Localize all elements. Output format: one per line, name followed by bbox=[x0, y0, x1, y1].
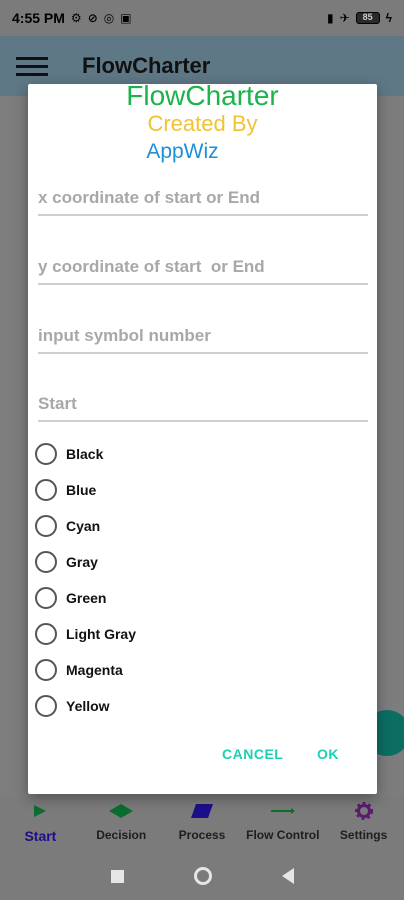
radio-light-gray[interactable]: Light Gray bbox=[35, 621, 136, 647]
radio-circle-icon[interactable] bbox=[35, 551, 57, 573]
home-icon[interactable] bbox=[193, 867, 212, 885]
airplane-icon: ✈ bbox=[339, 11, 350, 25]
radio-gray[interactable]: Gray bbox=[35, 549, 98, 575]
y-coordinate-field-wrap bbox=[38, 245, 368, 285]
radio-black[interactable]: Black bbox=[35, 441, 103, 467]
radio-circle-icon[interactable] bbox=[35, 443, 57, 465]
menu-icon[interactable] bbox=[16, 52, 48, 81]
radio-label: Light Gray bbox=[66, 626, 137, 642]
battery-icon: 85 bbox=[355, 12, 380, 24]
bottom-nav: Start Decision Process Flow Control Sett… bbox=[0, 796, 404, 852]
nav-label-start: Start bbox=[24, 828, 57, 844]
radio-label: Cyan bbox=[66, 518, 101, 534]
charging-icon: ϟ bbox=[385, 11, 392, 25]
diamond-icon bbox=[109, 800, 134, 822]
radio-circle-icon[interactable] bbox=[35, 587, 57, 609]
radio-label: Yellow bbox=[66, 698, 110, 714]
radio-circle-icon[interactable] bbox=[35, 659, 57, 681]
radio-circle-icon[interactable] bbox=[35, 695, 57, 717]
signal-box-icon: ▣ bbox=[120, 11, 132, 25]
nav-label-decision: Decision bbox=[96, 828, 147, 842]
nav-item-process[interactable]: Process bbox=[162, 796, 243, 852]
app-title: FlowCharter bbox=[82, 53, 211, 78]
y-coordinate-field[interactable] bbox=[38, 245, 368, 283]
radio-circle-icon[interactable] bbox=[35, 515, 57, 537]
radio-label: Green bbox=[66, 590, 107, 606]
gear-icon bbox=[354, 800, 373, 822]
nav-item-flow-control[interactable]: Flow Control bbox=[242, 796, 323, 852]
radio-label: Gray bbox=[66, 554, 98, 570]
nav-item-start[interactable]: Start bbox=[0, 796, 81, 852]
system-nav-bar bbox=[0, 852, 404, 900]
sync-icon: ◎ bbox=[103, 11, 115, 25]
radio-label: Black bbox=[66, 446, 104, 462]
dialog-title-author: AppWiz bbox=[146, 140, 219, 163]
symbol-number-field-wrap bbox=[38, 314, 368, 354]
x-coordinate-field[interactable] bbox=[38, 176, 368, 214]
nav-label-process: Process bbox=[178, 828, 226, 842]
radio-label: Blue bbox=[66, 482, 97, 498]
arrow-right-icon bbox=[270, 800, 295, 822]
signal-icon: ▮ bbox=[326, 11, 334, 25]
cancel-button[interactable]: CANCEL bbox=[222, 746, 283, 762]
radio-magenta[interactable]: Magenta bbox=[35, 657, 123, 683]
radio-yellow[interactable]: Yellow bbox=[35, 693, 110, 719]
symbol-label-field[interactable] bbox=[38, 382, 368, 420]
symbol-label-field-wrap bbox=[38, 382, 368, 422]
radio-blue[interactable]: Blue bbox=[35, 477, 96, 503]
play-icon bbox=[32, 800, 48, 822]
parallelogram-icon bbox=[190, 800, 213, 822]
dialog-title-app: FlowCharter bbox=[126, 80, 279, 111]
back-icon[interactable] bbox=[281, 868, 294, 884]
radio-cyan[interactable]: Cyan bbox=[35, 513, 100, 539]
radio-circle-icon[interactable] bbox=[35, 479, 57, 501]
nav-label-flow-control: Flow Control bbox=[246, 828, 320, 842]
recents-icon[interactable] bbox=[110, 869, 124, 883]
radio-circle-icon[interactable] bbox=[35, 623, 57, 645]
radio-label: Magenta bbox=[66, 662, 123, 678]
x-coordinate-field-wrap bbox=[38, 176, 368, 216]
nav-item-decision[interactable]: Decision bbox=[81, 796, 162, 852]
dnd-icon: ⊘ bbox=[87, 11, 98, 25]
ok-button[interactable]: OK bbox=[317, 746, 339, 762]
dialog-title-created: Created By bbox=[147, 111, 258, 136]
status-bar: 4:55 PM ⚙ ⊘ ◎ ▣ ▮ ✈ 85 ϟ bbox=[0, 0, 404, 36]
nav-item-settings[interactable]: Settings bbox=[323, 796, 404, 852]
settings-icon: ⚙ bbox=[70, 11, 82, 25]
symbol-number-field[interactable] bbox=[38, 314, 368, 352]
status-time: 4:55 PM bbox=[12, 10, 65, 26]
symbol-dialog: FlowCharter Created By AppWiz Black Blue… bbox=[28, 80, 377, 794]
radio-green[interactable]: Green bbox=[35, 585, 106, 611]
nav-label-settings: Settings bbox=[339, 828, 388, 842]
